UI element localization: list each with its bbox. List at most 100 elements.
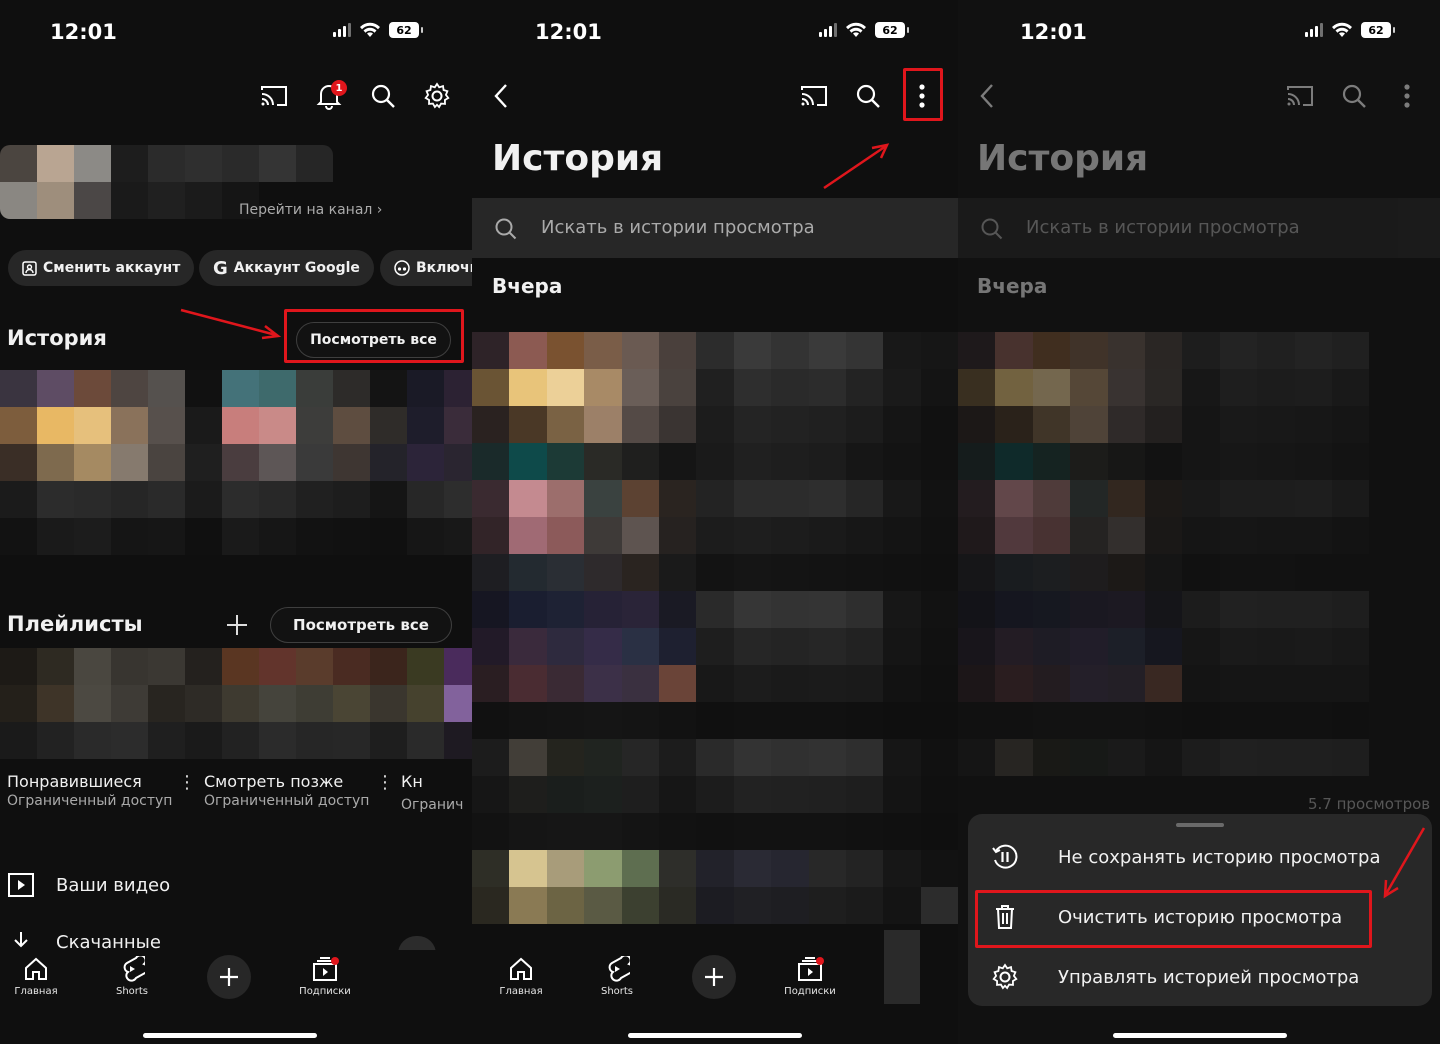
battery-icon: 62: [389, 22, 423, 38]
status-time: 12:01: [50, 20, 117, 44]
tab-label: Shorts: [600, 986, 634, 997]
shorts-icon: [123, 956, 145, 982]
your-videos-item[interactable]: Ваши видео: [8, 873, 170, 897]
playlist-subtitle: Ограниченный доступ: [204, 793, 370, 809]
create-button[interactable]: [692, 955, 736, 999]
panel-history-menu: 12:01 62 История Искать в истории просмо…: [958, 0, 1440, 1044]
pause-history-item[interactable]: Не сохранять историю просмотра: [968, 828, 1432, 886]
section-yesterday: Вчера: [977, 274, 1048, 298]
tab-label: Главная: [499, 986, 543, 997]
signal-icon: [1305, 23, 1323, 37]
playlist-title[interactable]: Кн: [401, 772, 423, 791]
wifi-icon: [846, 22, 866, 37]
bottom-tab-bar: Главная Shorts Подписки: [0, 950, 472, 1010]
menu-label: Управлять историей просмотра: [1058, 966, 1360, 988]
switch-account-chip[interactable]: Сменить аккаунт: [8, 250, 195, 286]
search-icon[interactable]: [851, 79, 885, 113]
history-list-pixelated: [958, 332, 1370, 776]
bell-icon[interactable]: 1: [312, 79, 347, 113]
section-yesterday: Вчера: [492, 274, 563, 298]
annotation-arrow: [823, 143, 890, 190]
menu-label: Не сохранять историю просмотра: [1058, 846, 1381, 868]
tab-shorts[interactable]: Shorts: [582, 956, 652, 997]
gear-icon[interactable]: [420, 79, 454, 113]
highlight-box: [975, 890, 1372, 948]
panel-history: 12:01 62 История Искать в истории просмо…: [472, 0, 958, 1044]
home-indicator: [628, 1033, 802, 1038]
search-placeholder: Искать в истории просмотра: [541, 217, 815, 238]
playlist-title[interactable]: Смотреть позже: [204, 772, 343, 791]
notification-badge: 1: [331, 80, 347, 96]
search-icon[interactable]: [1337, 79, 1371, 113]
account-switch-icon: [22, 260, 37, 276]
history-list-pixelated[interactable]: [472, 332, 958, 924]
plus-icon: [705, 968, 723, 986]
tab-subscriptions[interactable]: Подписки: [290, 956, 360, 997]
playlists-view-all-button[interactable]: Посмотреть все: [270, 607, 452, 643]
playlist-thumbnails-pixelated: [0, 648, 472, 759]
more-vert-icon[interactable]: ⋮: [178, 772, 196, 793]
home-indicator: [143, 1033, 317, 1038]
subscriptions-icon: [798, 957, 824, 981]
highlight-box: [903, 68, 943, 121]
search-icon: [981, 218, 1003, 240]
tab-home[interactable]: Главная: [1, 956, 71, 997]
manage-history-item[interactable]: Управлять историей просмотра: [968, 948, 1432, 1006]
history-thumbnails-pixelated: [0, 370, 472, 555]
back-icon[interactable]: [970, 79, 1004, 113]
status-icons: 62: [819, 22, 909, 38]
annotation-arrow: [1383, 827, 1426, 899]
signal-icon: [819, 23, 837, 37]
page-title: История: [492, 138, 664, 179]
cast-icon[interactable]: [257, 79, 291, 113]
playlists-title: Плейлисты: [7, 612, 143, 636]
menu-label: Ваши видео: [56, 874, 171, 896]
bottom-tab-bar: Главная Shorts Подписки: [472, 930, 958, 1010]
history-search[interactable]: Искать в истории просмотра: [958, 198, 1440, 258]
gear-icon: [990, 962, 1020, 992]
tab-shorts[interactable]: Shorts: [97, 956, 167, 997]
playlist-title[interactable]: Понравившиеся: [7, 772, 142, 791]
search-icon: [495, 218, 517, 240]
shorts-icon: [608, 956, 630, 982]
back-icon[interactable]: [484, 79, 518, 113]
history-search[interactable]: Искать в истории просмотра: [472, 198, 958, 258]
google-g-icon: G: [213, 257, 228, 279]
chip-label: Сменить аккаунт: [43, 260, 181, 276]
tab-subscriptions[interactable]: Подписки: [775, 956, 845, 997]
incognito-chip[interactable]: Включи: [380, 250, 472, 286]
tab-label: Shorts: [115, 986, 149, 997]
sheet-handle[interactable]: [1176, 823, 1224, 827]
battery-icon: 62: [1361, 22, 1395, 38]
plus-icon: [220, 968, 238, 986]
status-icons: 62: [333, 22, 423, 38]
create-button[interactable]: [207, 955, 251, 999]
subscriptions-icon: [313, 957, 339, 981]
cast-icon[interactable]: [1283, 79, 1317, 113]
cast-icon[interactable]: [797, 79, 831, 113]
more-vert-icon[interactable]: [1390, 79, 1424, 113]
wifi-icon: [360, 22, 380, 37]
scroll-fragment: [884, 930, 920, 1004]
tab-home[interactable]: Главная: [486, 956, 556, 997]
playlist-subtitle: Огранич: [401, 797, 464, 813]
annotation-arrow: [180, 308, 282, 340]
wifi-icon: [1332, 22, 1352, 37]
add-playlist-button[interactable]: [224, 612, 250, 642]
channel-link[interactable]: Перейти на канал ›: [239, 202, 382, 218]
search-placeholder: Искать в истории просмотра: [1026, 217, 1300, 238]
home-icon: [25, 957, 47, 980]
search-icon[interactable]: [366, 79, 400, 113]
tab-label: Подписки: [299, 986, 351, 997]
google-account-chip[interactable]: G Аккаунт Google: [199, 250, 374, 286]
views-count: 5.7 просмотров: [1308, 795, 1431, 813]
chip-label: Включи: [416, 260, 472, 276]
more-vert-icon[interactable]: ⋮: [376, 772, 394, 793]
playlist-subtitle: Ограниченный доступ: [7, 793, 173, 809]
incognito-icon: [394, 260, 410, 276]
pause-history-icon: [990, 842, 1020, 872]
play-icon: [8, 873, 34, 897]
highlight-box: [284, 309, 464, 363]
status-time: 12:01: [535, 20, 602, 44]
history-title: История: [7, 326, 107, 350]
